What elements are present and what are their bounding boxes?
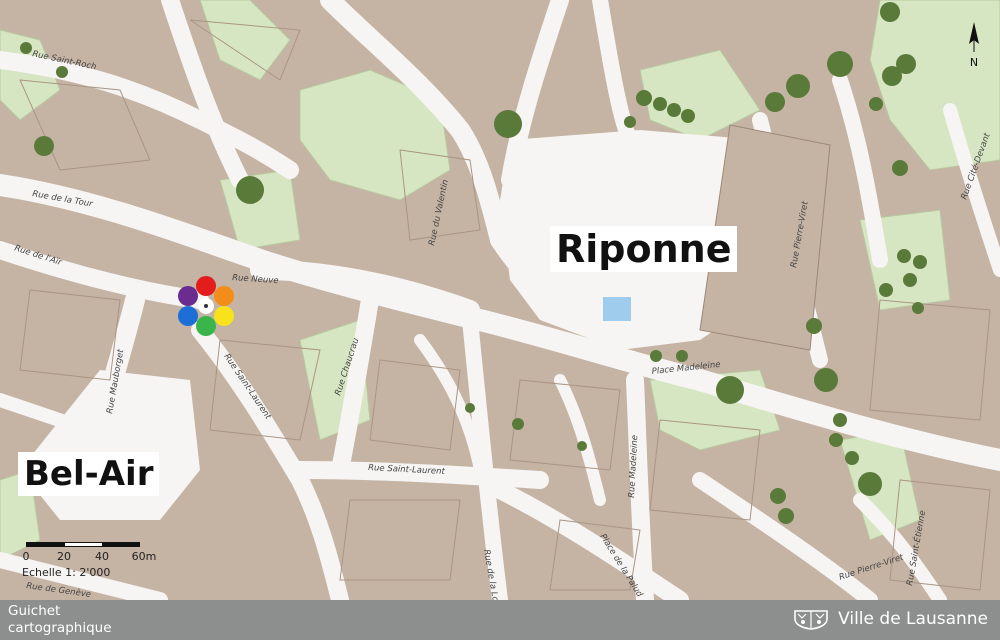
footer-title[interactable]: Guichet cartographique xyxy=(8,603,112,637)
scale-tick-60: 60m xyxy=(131,550,157,563)
scale-bar: 0 20 40 60m Echelle 1: 2'000 xyxy=(22,536,172,584)
scale-tick-20: 20 xyxy=(57,550,71,563)
north-label: N xyxy=(970,56,978,68)
lausanne-coat-of-arms-icon xyxy=(794,610,828,630)
place-label-belair: Bel-Air xyxy=(18,452,160,496)
footer-brand-label: Ville de Lausanne xyxy=(838,609,988,629)
scale-tick-40: 40 xyxy=(95,550,109,563)
map-svg: Rue Saint-Roch Rue de la Tour Rue de l'A… xyxy=(0,0,1000,600)
color-wheel-icon[interactable] xyxy=(174,274,238,338)
scale-tick-0: 0 xyxy=(22,550,30,563)
water-basin xyxy=(603,297,631,321)
footer-line1: Guichet xyxy=(8,603,61,619)
footer-line2: cartographique xyxy=(8,620,112,636)
north-arrow-icon: N xyxy=(962,22,986,69)
place-label-riponne: Riponne xyxy=(550,226,738,272)
footer-brand[interactable]: Ville de Lausanne xyxy=(792,608,988,630)
footer-bar: Guichet cartographique Ville de Lausanne xyxy=(0,600,1000,640)
scale-ratio: Echelle 1: 2'000 xyxy=(22,566,111,579)
map-canvas[interactable]: Rue Saint-Roch Rue de la Tour Rue de l'A… xyxy=(0,0,1000,600)
